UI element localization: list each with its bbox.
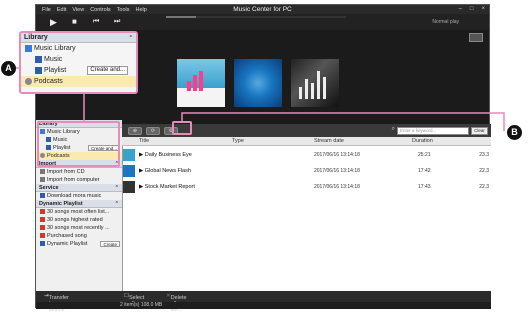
callout-item-music-library: Music Library (21, 43, 136, 54)
library-callout: Library ⌃ Music Library Music Playlist Cre… (19, 31, 138, 94)
callout-item-label: Playlist (44, 67, 67, 74)
callout-item-label: Music Library (34, 45, 76, 52)
playlist-icon (35, 66, 42, 74)
callout-create-and-button: Create and... (87, 66, 128, 75)
callout-item-music: Music (21, 54, 136, 65)
callout-connector-b (181, 112, 505, 131)
music-note-icon (25, 44, 32, 52)
annotation-badge-b: B (507, 125, 522, 140)
callout-library-header: Library ⌃ (21, 33, 136, 43)
chevron-up-icon: ⌃ (128, 35, 133, 41)
callout-item-label: Podcasts (34, 78, 63, 85)
music-folder-icon (35, 55, 42, 63)
callout-item-podcasts: Podcasts (21, 76, 136, 87)
callout-item-label: Music (44, 56, 63, 63)
callout-item-playlist: Playlist Create and... (21, 65, 136, 76)
annotation-badge-a: A (1, 61, 16, 76)
callout-header-label: Library (24, 34, 48, 41)
podcast-icon (25, 77, 32, 85)
